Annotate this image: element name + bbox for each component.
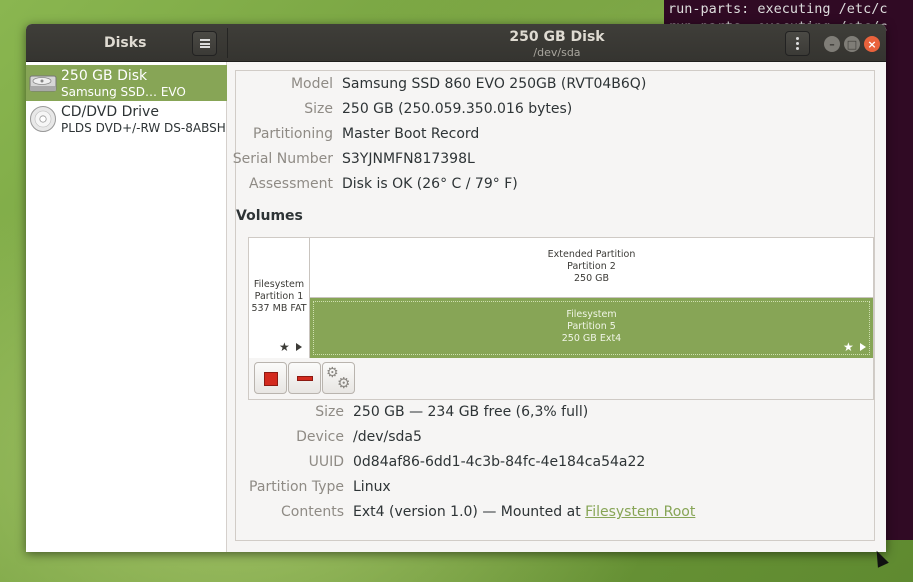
detail-row-contents: Contents Ext4 (version 1.0) — Mounted at… <box>236 504 876 524</box>
info-row-model: Model Samsung SSD 860 EVO 250GB (RVT04B6… <box>236 76 876 96</box>
partition-5-type: Filesystem <box>566 309 617 320</box>
info-value: 250 GB (250.059.350.016 bytes) <box>342 101 573 117</box>
partition-options-button[interactable]: ⚙ ⚙ <box>322 362 355 394</box>
optical-disc-icon <box>30 106 56 132</box>
partition-1-number: Partition 1 <box>254 291 304 302</box>
detail-value: 250 GB — 234 GB free (6,3% full) <box>353 404 589 420</box>
play-icon <box>860 343 866 351</box>
extended-partition-size: 250 GB <box>573 273 610 284</box>
mount-point-link[interactable]: Filesystem Root <box>585 504 695 520</box>
hamburger-icon <box>199 39 210 48</box>
close-icon: × <box>867 37 877 51</box>
sidebar-item-hard-disk[interactable]: 250 GB Disk Samsung SSD… EVO 250GB <box>26 65 227 113</box>
terminal-line: run-parts: executing /etc/c <box>668 1 888 17</box>
disk-details-panel: Model Samsung SSD 860 EVO 250GB (RVT04B6… <box>232 70 876 541</box>
sidebar-item-model: PLDS DVD+/-RW DS-8ABSH <box>61 121 226 135</box>
kebab-dot-icon <box>796 37 799 40</box>
detail-value: /dev/sda5 <box>353 429 422 445</box>
volumes-heading: Volumes <box>236 208 303 224</box>
detail-key: Device <box>296 429 344 445</box>
detail-value: Ext4 (version 1.0) — Mounted at Filesyst… <box>353 504 695 520</box>
maximize-icon: □ <box>846 37 858 51</box>
stop-icon <box>264 372 278 386</box>
app-menu-button[interactable] <box>192 31 217 56</box>
detail-key: Size <box>315 404 344 420</box>
minimize-icon: – <box>829 37 835 51</box>
disk-menu-button[interactable] <box>785 31 810 56</box>
close-button[interactable]: × <box>864 36 880 52</box>
hard-disk-icon <box>29 75 57 92</box>
partition-1-type: Filesystem <box>253 279 305 290</box>
extended-partition-block[interactable]: Extended Partition Partition 2 250 GB <box>310 238 873 298</box>
detail-key: Contents <box>281 504 344 520</box>
extended-partition-type: Extended Partition <box>547 249 636 260</box>
detail-row-uuid: UUID 0d84af86-6dd1-4c3b-84fc-4e184ca54a2… <box>236 454 876 474</box>
minus-icon <box>297 376 313 381</box>
info-key: Partitioning <box>253 126 333 142</box>
device-sidebar: 250 GB Disk Samsung SSD… EVO 250GB CD/DV… <box>26 62 227 552</box>
info-key: Assessment <box>249 176 333 192</box>
sidebar-item-name: 250 GB Disk <box>61 68 148 84</box>
info-key: Serial Number <box>232 151 333 167</box>
partition-1-block[interactable]: Filesystem Partition 1 537 MB FAT ★ <box>249 238 310 358</box>
star-icon: ★ <box>843 340 854 354</box>
star-icon: ★ <box>279 340 290 354</box>
minimize-button[interactable]: – <box>824 36 840 52</box>
detail-row-partition-type: Partition Type Linux <box>236 479 876 499</box>
delete-partition-button[interactable] <box>288 362 321 394</box>
unmount-button[interactable] <box>254 362 287 394</box>
sidebar-item-optical-drive[interactable]: CD/DVD Drive PLDS DVD+/-RW DS-8ABSH <box>26 101 227 137</box>
detail-key: Partition Type <box>249 479 344 495</box>
partition-5-block[interactable]: Filesystem Partition 5 250 GB Ext4 ★ <box>310 298 873 358</box>
maximize-button[interactable]: □ <box>844 36 860 52</box>
detail-key: UUID <box>308 454 344 470</box>
gear-icon: ⚙ <box>337 374 351 392</box>
extended-partition-number: Partition 2 <box>567 261 616 272</box>
detail-row-device: Device /dev/sda5 <box>236 429 876 449</box>
info-key: Model <box>290 76 333 92</box>
sidebar-title: Disks <box>104 35 147 51</box>
info-value: Master Boot Record <box>342 126 480 142</box>
contents-text: Ext4 (version 1.0) — Mounted at <box>353 504 586 520</box>
detail-value: Linux <box>353 479 391 495</box>
info-row-partitioning: Partitioning Master Boot Record <box>236 126 876 146</box>
partition-5-size: 250 GB Ext4 <box>561 333 622 344</box>
partition-5-number: Partition 5 <box>567 321 616 332</box>
info-row-size: Size 250 GB (250.059.350.016 bytes) <box>236 101 876 121</box>
info-value: S3YJNMFN817398L <box>342 151 475 167</box>
detail-row-size: Size 250 GB — 234 GB free (6,3% full) <box>236 404 876 424</box>
play-icon <box>296 343 302 351</box>
volumes-box: Filesystem Partition 1 537 MB FAT ★ Exte… <box>248 237 874 400</box>
sidebar-header: Disks <box>26 24 227 62</box>
kebab-dot-icon <box>796 42 799 45</box>
info-row-assessment: Assessment Disk is OK (26° C / 79° F) <box>236 176 876 196</box>
partition-1-size: 537 MB FAT <box>251 303 307 314</box>
info-row-serial: Serial Number S3YJNMFN817398L <box>232 151 876 171</box>
info-value: Disk is OK (26° C / 79° F) <box>342 176 518 192</box>
info-key: Size <box>304 101 333 117</box>
sidebar-item-name: CD/DVD Drive <box>61 104 159 120</box>
volume-map: Filesystem Partition 1 537 MB FAT ★ Exte… <box>249 238 873 358</box>
info-value: Samsung SSD 860 EVO 250GB (RVT04B6Q) <box>342 76 647 92</box>
disks-window: Disks 250 GB Disk /dev/sda – □ × 250 GB … <box>26 24 886 552</box>
header-bar: Disks 250 GB Disk /dev/sda – □ × <box>26 24 886 62</box>
detail-value: 0d84af86-6dd1-4c3b-84fc-4e184ca54a22 <box>353 454 646 470</box>
kebab-dot-icon <box>796 47 799 50</box>
